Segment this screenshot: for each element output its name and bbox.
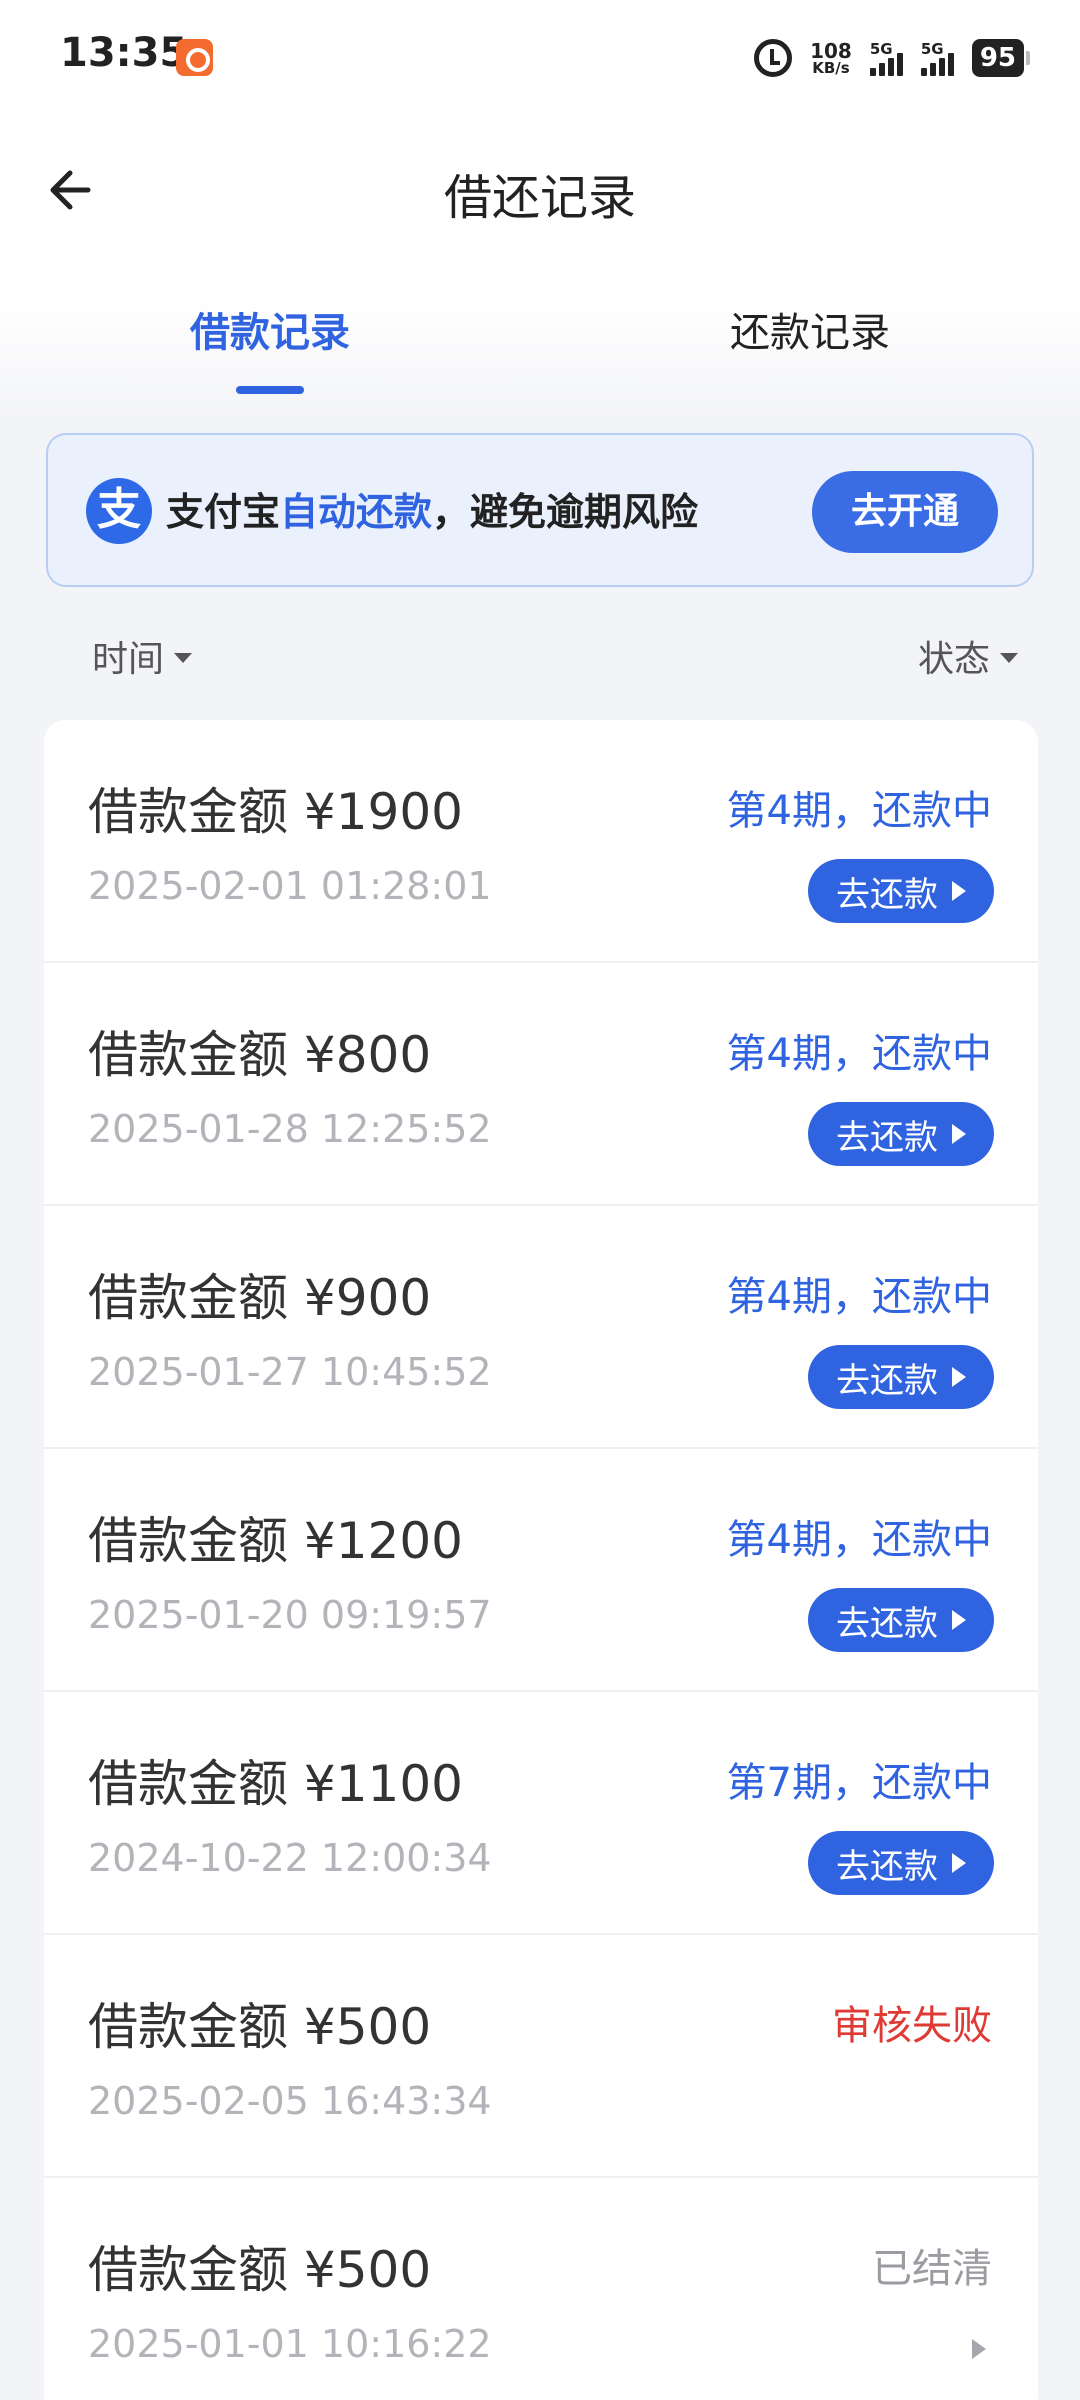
status-indicators: 108 KB/s 5G 5G 95 xyxy=(754,34,1031,82)
record-row[interactable]: 借款金额 ¥1200 2025-01-20 09:19:57 第4期，还款中 去… xyxy=(44,1449,1038,1692)
status-filter-label: 状态 xyxy=(917,639,990,680)
tab-bar: 借款记录 还款记录 xyxy=(0,290,1080,400)
repay-button-label: 去还款 xyxy=(836,1360,938,1401)
play-icon xyxy=(952,1367,966,1387)
status-filter[interactable]: 状态 xyxy=(918,630,1018,682)
caret-down-icon xyxy=(1000,653,1018,663)
filter-row: 时间 状态 xyxy=(0,630,1080,690)
record-status: 第4期，还款中 xyxy=(726,1517,992,1563)
play-icon xyxy=(952,1610,966,1630)
network-speed-unit: KB/s xyxy=(812,58,850,77)
battery-icon: 95 xyxy=(971,39,1031,77)
record-time: 2025-02-01 01:28:01 xyxy=(88,864,492,908)
network-speed-value: 108 xyxy=(810,38,852,63)
signal-icon: 5G xyxy=(869,40,903,76)
record-amount: 借款金额 ¥1900 xyxy=(88,783,463,841)
tab-repay-records[interactable]: 还款记录 xyxy=(660,300,960,358)
record-row[interactable]: 借款金额 ¥500 2025-01-01 10:16:22 已结清 xyxy=(44,2178,1038,2400)
record-time: 2024-10-22 12:00:34 xyxy=(88,1836,492,1880)
banner-text: 支付宝自动还款，避免逾期风险 xyxy=(166,481,698,536)
repay-button-label: 去还款 xyxy=(836,1603,938,1644)
play-icon xyxy=(952,881,966,901)
tab-borrow-records[interactable]: 借款记录 xyxy=(120,300,420,358)
record-status: 第4期，还款中 xyxy=(726,1031,992,1077)
signal-icon: 5G xyxy=(920,40,954,76)
record-time: 2025-01-27 10:45:52 xyxy=(88,1350,492,1394)
record-amount: 借款金额 ¥1200 xyxy=(88,1512,463,1570)
record-time: 2025-02-05 16:43:34 xyxy=(88,2079,492,2123)
repay-button[interactable]: 去还款 xyxy=(808,1831,994,1895)
page-title: 借还记录 xyxy=(443,170,636,226)
record-amount: 借款金额 ¥1100 xyxy=(88,1755,463,1813)
signal-label: 5G xyxy=(869,40,893,58)
repay-button[interactable]: 去还款 xyxy=(808,1588,994,1652)
record-status: 已结清 xyxy=(872,2246,992,2292)
auto-repay-banner: 支 支付宝自动还款，避免逾期风险 去开通 xyxy=(46,433,1034,587)
record-row[interactable]: 借款金额 ¥800 2025-01-28 12:25:52 第4期，还款中 去还… xyxy=(44,963,1038,1206)
record-row[interactable]: 借款金额 ¥1900 2025-02-01 01:28:01 第4期，还款中 去… xyxy=(44,720,1038,963)
banner-text-suffix: ，避免逾期风险 xyxy=(432,490,699,534)
record-status: 第7期，还款中 xyxy=(726,1760,992,1806)
time-filter-label: 时间 xyxy=(92,639,165,680)
play-icon xyxy=(952,1124,966,1144)
record-status: 第4期，还款中 xyxy=(726,788,992,834)
record-list: 借款金额 ¥1900 2025-02-01 01:28:01 第4期，还款中 去… xyxy=(44,720,1038,2400)
chevron-right-icon xyxy=(972,2339,986,2359)
record-status: 第4期，还款中 xyxy=(726,1274,992,1320)
alipay-icon: 支 xyxy=(86,478,152,544)
record-amount: 借款金额 ¥500 xyxy=(88,1998,432,2056)
page-header: 借还记录 xyxy=(0,130,1080,250)
banner-text-prefix: 支付宝 xyxy=(166,490,281,534)
activate-button[interactable]: 去开通 xyxy=(812,471,998,553)
status-time: 13:35 xyxy=(60,30,188,76)
play-icon xyxy=(952,1853,966,1873)
record-row[interactable]: 借款金额 ¥1100 2024-10-22 12:00:34 第7期，还款中 去… xyxy=(44,1692,1038,1935)
alarm-icon xyxy=(754,39,793,77)
signal-label: 5G xyxy=(920,40,944,58)
repay-button-label: 去还款 xyxy=(836,874,938,915)
record-amount: 借款金额 ¥500 xyxy=(88,2241,432,2299)
record-time: 2025-01-28 12:25:52 xyxy=(88,1107,492,1151)
repay-button[interactable]: 去还款 xyxy=(808,859,994,923)
banner-text-highlight: 自动还款 xyxy=(280,490,433,534)
record-time: 2025-01-01 10:16:22 xyxy=(88,2322,492,2366)
record-row[interactable]: 借款金额 ¥500 2025-02-05 16:43:34 审核失败 xyxy=(44,1935,1038,2178)
caret-down-icon xyxy=(174,653,193,663)
record-status: 审核失败 xyxy=(832,2003,992,2049)
record-amount: 借款金额 ¥900 xyxy=(88,1269,432,1327)
record-row[interactable]: 借款金额 ¥900 2025-01-27 10:45:52 第4期，还款中 去还… xyxy=(44,1206,1038,1449)
status-bar: 13:35 108 KB/s 5G 5G 95 xyxy=(0,0,1080,112)
time-filter[interactable]: 时间 xyxy=(92,630,193,682)
record-time: 2025-01-20 09:19:57 xyxy=(88,1593,492,1637)
repay-button[interactable]: 去还款 xyxy=(808,1102,994,1166)
network-speed: 108 KB/s xyxy=(810,41,852,76)
repay-button[interactable]: 去还款 xyxy=(808,1345,994,1409)
app-notification-icon xyxy=(176,39,213,76)
repay-button-label: 去还款 xyxy=(836,1846,938,1887)
tab-indicator xyxy=(236,386,304,394)
record-amount: 借款金额 ¥800 xyxy=(88,1026,432,1084)
repay-button-label: 去还款 xyxy=(836,1117,938,1158)
